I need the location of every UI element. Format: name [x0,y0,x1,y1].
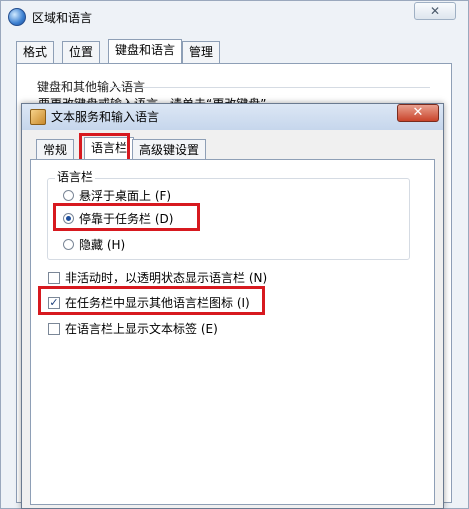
tab-advanced-key-settings[interactable]: 高级键设置 [132,139,207,161]
checkbox-transparent-when-inactive[interactable]: 非活动时，以透明状态显示语言栏 (N) [48,269,267,286]
dialog-close-button[interactable]: ✕ [397,104,439,122]
radio-hidden[interactable]: 隐藏 (H) [63,236,125,253]
tab-location[interactable]: 位置 [62,41,101,63]
radio-label: 隐藏 (H) [79,238,126,252]
tab-formats[interactable]: 格式 [16,41,55,63]
radio-button[interactable] [63,239,74,250]
tab-general[interactable]: 常规 [36,139,75,161]
taskbar-icons-highlight [38,286,265,315]
outer-window-title: 区域和语言 [32,10,93,25]
docked-option-highlight [53,203,200,231]
group-divider [110,87,430,88]
radio-button[interactable] [63,190,74,201]
checkbox-label: 在语言栏上显示文本标签 (E) [65,322,218,336]
tab-keyboards-languages[interactable]: 键盘和语言 [108,39,183,63]
keyboard-icon [30,108,46,125]
outer-close-button[interactable]: ✕ [414,2,456,20]
tab-administrative[interactable]: 管理 [182,41,221,63]
checkbox[interactable] [48,271,60,284]
checkbox[interactable] [48,322,60,335]
radio-float-on-desktop[interactable]: 悬浮于桌面上 (F) [63,187,171,204]
radio-label: 悬浮于桌面上 (F) [79,189,172,203]
language-bar-group-label: 语言栏 [55,168,96,185]
globe-icon [8,8,26,26]
checkbox-label: 非活动时，以透明状态显示语言栏 (N) [65,271,268,285]
dialog-title: 文本服务和输入语言 [51,110,160,124]
checkbox-show-text-labels[interactable]: 在语言栏上显示文本标签 (E) [48,320,218,337]
outer-window-titlebar: 区域和语言 [8,6,92,28]
dialog-title-area: 文本服务和输入语言 [30,108,159,125]
